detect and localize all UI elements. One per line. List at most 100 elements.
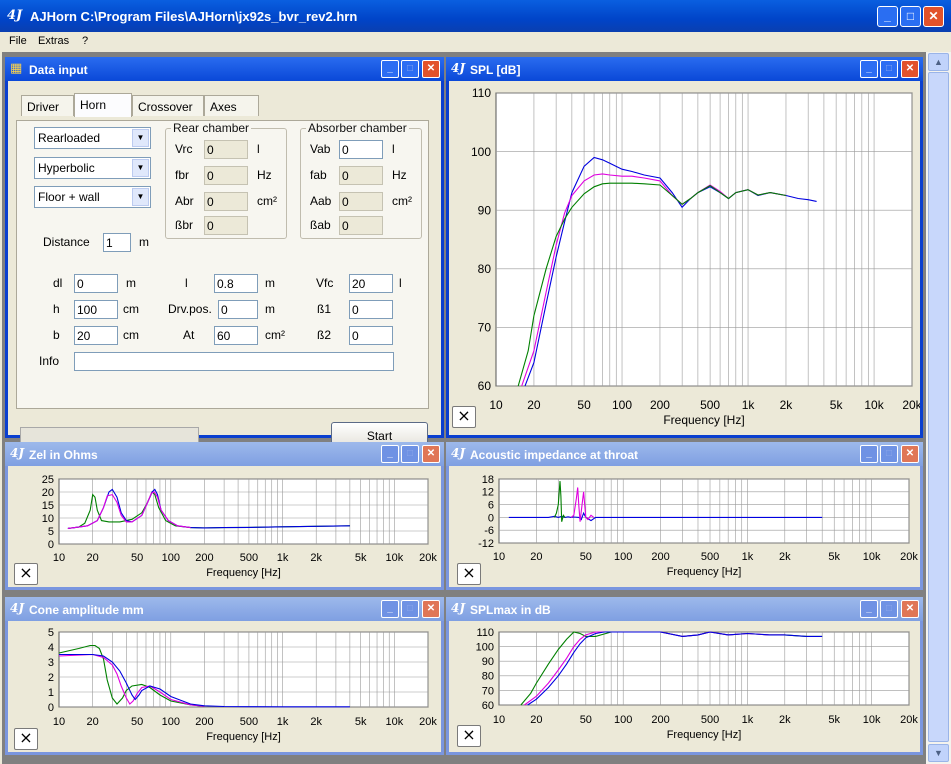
spl-title: SPL [dB] (470, 63, 521, 77)
b-label: b (53, 328, 60, 342)
cone-amplitude-chart: 54321010 20 50 100 200 500 1k 2k 5k 10k 20kFrequen… (48, 627, 437, 743)
scroll-thumb[interactable] (928, 72, 949, 742)
y-tick-label: 100 (471, 145, 491, 159)
vrc-field[interactable]: 0 (204, 140, 248, 159)
placement-select[interactable]: Floor + wall ▼ (34, 186, 151, 208)
x-tick-label: 500 (240, 552, 258, 564)
h-field[interactable]: 100 (74, 300, 118, 319)
spl-window: 4J SPL [dB] _ □ ✕ 110 100 90 80 70 60 10 20 50 100 200… (446, 57, 923, 438)
menu-extras[interactable]: Extras (38, 35, 69, 47)
y-tick-label: 6 (488, 499, 494, 511)
l-field[interactable]: 0.8 (214, 274, 258, 293)
x-tick-label: 5k (830, 398, 844, 412)
fab-field[interactable]: 0 (339, 166, 383, 185)
cone-amplitude-titlebar[interactable]: 4J Cone amplitude mm _ □ ✕ (5, 597, 444, 621)
chevron-down-icon[interactable]: ▼ (132, 129, 149, 147)
acoustic-impedance-title: Acoustic impedance at throat (470, 448, 639, 462)
at-field[interactable]: 60 (214, 326, 258, 345)
abr-field[interactable]: 0 (204, 192, 248, 211)
beta2-field[interactable]: 0 (349, 326, 393, 345)
minimize-icon[interactable]: _ (860, 600, 878, 618)
y-tick-label: 90 (478, 203, 492, 217)
y-tick-label: 0 (48, 539, 54, 551)
close-icon[interactable]: ✕ (422, 60, 440, 78)
spl-titlebar[interactable]: 4J SPL [dB] _ □ ✕ (446, 57, 923, 81)
minimize-icon[interactable]: _ (877, 6, 898, 27)
maximize-icon[interactable]: □ (900, 6, 921, 27)
minimize-icon[interactable]: _ (381, 60, 399, 78)
minimize-icon[interactable]: _ (860, 60, 878, 78)
app-icon: 4J (451, 446, 466, 460)
aab-field[interactable]: 0 (339, 192, 383, 211)
horn-profile-select[interactable]: Hyperbolic ▼ (34, 157, 151, 179)
y-tick-label: 15 (42, 500, 54, 512)
close-icon[interactable]: ✕ (901, 445, 919, 463)
close-chart-icon[interactable]: × (14, 728, 38, 750)
x-tick-label: 10k (864, 398, 884, 412)
close-icon[interactable]: ✕ (422, 445, 440, 463)
close-icon[interactable]: ✕ (901, 60, 919, 78)
h-unit: cm (123, 302, 139, 316)
b-unit: cm (123, 328, 139, 342)
splmax-titlebar[interactable]: 4J SPLmax in dB _ □ ✕ (446, 597, 923, 621)
chevron-down-icon[interactable]: ▼ (132, 188, 149, 206)
vfc-field[interactable]: 20 (349, 274, 393, 293)
data-input-titlebar[interactable]: ▦ Data input _ □ ✕ (5, 57, 444, 81)
app-title-bar[interactable]: 4J AJHorn C:\Program Files\AJHorn\jx92s_… (0, 0, 951, 32)
betaab-field[interactable]: 0 (339, 216, 383, 235)
minimize-icon[interactable]: _ (860, 445, 878, 463)
y-tick-label: -6 (484, 525, 494, 537)
loading-type-value: Rearloaded (38, 131, 101, 145)
dl-field[interactable]: 0 (74, 274, 118, 293)
minimize-icon[interactable]: _ (381, 600, 399, 618)
acoustic-impedance-titlebar[interactable]: 4J Acoustic impedance at throat _ □ ✕ (446, 442, 923, 466)
dl-label: dl (53, 276, 63, 290)
vab-field[interactable]: 0 (339, 140, 383, 159)
acoustic-impedance-window: 4J Acoustic impedance at throat _ □ ✕ 18 12 6 0… (446, 442, 923, 590)
beta1-field[interactable]: 0 (349, 300, 393, 319)
close-icon[interactable]: ✕ (422, 600, 440, 618)
dl-unit: m (126, 276, 136, 290)
distance-field[interactable]: 1 (103, 233, 131, 252)
x-tick-label: 10k (863, 714, 881, 726)
aab-label: Aab (310, 194, 332, 208)
drvpos-field[interactable]: 0 (218, 300, 258, 319)
menu-bar: File Extras ? (0, 32, 951, 52)
close-icon[interactable]: ✕ (901, 600, 919, 618)
menu-help[interactable]: ? (82, 35, 88, 47)
betabr-label: ßbr (175, 218, 193, 232)
y-tick-label: 70 (478, 321, 492, 335)
x-tick-label: 500 (240, 716, 258, 728)
close-chart-icon[interactable]: × (452, 406, 476, 428)
scroll-down-icon[interactable]: ▼ (928, 744, 949, 762)
minimize-icon[interactable]: _ (381, 445, 399, 463)
tab-strip: Driver Horn Crossover Axes (21, 93, 271, 117)
maximize-icon: □ (880, 600, 898, 618)
betabr-field[interactable]: 0 (204, 216, 248, 235)
zel-titlebar[interactable]: 4J Zel in Ohms _ □ ✕ (5, 442, 444, 466)
info-field[interactable] (74, 352, 394, 371)
tab-driver[interactable]: Driver (21, 95, 74, 116)
close-icon[interactable]: ✕ (923, 6, 944, 27)
chevron-down-icon[interactable]: ▼ (132, 159, 149, 177)
loading-type-select[interactable]: Rearloaded ▼ (34, 127, 151, 149)
x-tick-label: 500 (701, 551, 719, 563)
fbr-field[interactable]: 0 (204, 166, 248, 185)
tab-crossover[interactable]: Crossover (132, 95, 204, 116)
fbr-label: fbr (175, 168, 190, 182)
menu-file[interactable]: File (9, 35, 27, 47)
vrc-label: Vrc (175, 142, 193, 156)
close-chart-icon[interactable]: × (457, 725, 481, 747)
close-chart-icon[interactable]: × (14, 563, 38, 585)
vertical-scrollbar[interactable]: ▲ ▼ (926, 52, 951, 764)
b-field[interactable]: 20 (74, 326, 118, 345)
y-tick-label: 12 (482, 487, 494, 499)
x-tick-label: 20k (419, 552, 437, 564)
tab-horn[interactable]: Horn (74, 93, 132, 117)
scroll-up-icon[interactable]: ▲ (928, 53, 949, 71)
close-chart-icon[interactable]: × (457, 563, 481, 585)
tab-axes[interactable]: Axes (204, 95, 259, 116)
x-tick-label: 20k (900, 551, 918, 563)
x-tick-label: 100 (162, 716, 180, 728)
y-tick-label: 0 (48, 702, 54, 714)
